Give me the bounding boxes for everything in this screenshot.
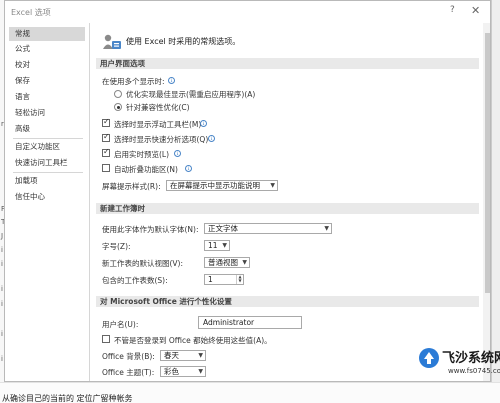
screentip-style-label: 屏幕提示样式(R): — [102, 182, 161, 191]
sheet-count-label: 包含的工作表数(S): — [102, 276, 168, 285]
radio-optimize-display-label: 优化实现最佳显示(需重启应用程序)(A) — [126, 90, 256, 99]
info-icon: i — [208, 135, 215, 142]
username-label: 用户名(U): — [102, 320, 139, 329]
watermark-logo-icon — [419, 348, 439, 368]
sidebar-item-quick-access-toolbar[interactable]: 快速访问工具栏 — [9, 156, 85, 170]
section-header-ui-options: 用户界面选项 — [96, 58, 479, 69]
scrollbar-thumb[interactable] — [485, 33, 490, 293]
screentip-style-value: 在屏幕提示中显示功能说明 — [170, 181, 260, 190]
chevron-down-icon: ▼ — [198, 352, 203, 359]
excel-options-dialog: Excel 选项 ? ✕ 常规 公式 校对 保存 语言 轻松访问 高级 自定义功… — [4, 0, 491, 382]
info-icon: i — [174, 150, 181, 157]
info-icon: i — [168, 77, 175, 84]
radio-compatibility[interactable] — [114, 103, 122, 111]
info-icon: i — [200, 120, 207, 127]
help-button[interactable]: ? — [450, 5, 455, 15]
sidebar-item-customize-ribbon[interactable]: 自定义功能区 — [9, 140, 85, 154]
checkbox-always-use-values-label: 不管是否登录到 Office 都始终使用这些值(A)。 — [114, 336, 272, 345]
font-size-value: 11 — [208, 241, 218, 250]
options-content: 使用 Excel 时采用的常规选项。 用户界面选项 在使用多个显示时: i 优化… — [90, 23, 490, 381]
default-view-select[interactable]: 普通视图 ▼ — [204, 257, 250, 268]
multi-display-label: 在使用多个显示时: — [102, 77, 165, 86]
sidebar-item-advanced[interactable]: 高级 — [9, 122, 85, 136]
options-sidebar: 常规 公式 校对 保存 语言 轻松访问 高级 自定义功能区 快速访问工具栏 加载… — [9, 23, 89, 381]
sidebar-item-accessibility[interactable]: 轻松访问 — [9, 106, 85, 120]
chevron-down-icon: ▼ — [222, 242, 227, 249]
intro-text: 使用 Excel 时采用的常规选项。 — [126, 37, 241, 46]
radio-compatibility-label: 针对兼容性优化(C) — [126, 103, 190, 112]
checkbox-live-preview-label: 启用实时预览(L) — [114, 150, 170, 159]
sidebar-item-save[interactable]: 保存 — [9, 74, 85, 88]
sidebar-item-trust-center[interactable]: 信任中心 — [9, 190, 85, 204]
font-size-select[interactable]: 11 ▼ — [204, 240, 230, 251]
radio-optimize-display[interactable] — [114, 90, 122, 98]
sidebar-divider — [13, 172, 83, 173]
sheet-count-value: 1 — [208, 275, 213, 284]
checkbox-collapse-ribbon[interactable] — [102, 164, 110, 172]
content-scrollbar[interactable] — [483, 23, 490, 381]
office-background-value: 春天 — [164, 351, 179, 360]
section-header-new-workbook: 新建工作簿时 — [96, 203, 479, 214]
default-view-label: 新工作表的默认视图(V): — [102, 259, 184, 268]
sidebar-item-proofing[interactable]: 校对 — [9, 58, 85, 72]
default-font-value: 正文字体 — [208, 224, 238, 233]
checkbox-collapse-ribbon-label: 自动折叠功能区(N) — [114, 165, 178, 174]
sidebar-item-general[interactable]: 常规 — [9, 27, 85, 41]
close-button[interactable]: ✕ — [471, 4, 480, 17]
background-text-fragment: i — [1, 285, 3, 293]
username-input[interactable]: Administrator — [198, 316, 302, 329]
background-text-fragment: i — [1, 355, 3, 363]
sidebar-divider — [13, 138, 83, 139]
checkbox-always-use-values[interactable] — [102, 335, 110, 343]
office-theme-select[interactable]: 彩色 ▼ — [160, 366, 206, 377]
background-document-text: 从确诊目己的当前的 定位广留种帐务 — [2, 394, 133, 403]
info-icon: i — [185, 165, 192, 172]
sheet-count-spinner[interactable]: 1 ▲ ▼ — [204, 274, 244, 285]
font-size-label: 字号(Z): — [102, 242, 131, 251]
dialog-title: Excel 选项 — [11, 8, 51, 17]
chevron-down-icon: ▼ — [270, 182, 275, 189]
office-background-label: Office 背景(B): — [102, 352, 155, 361]
checkbox-mini-toolbar[interactable] — [102, 117, 110, 127]
sidebar-item-formulas[interactable]: 公式 — [9, 42, 85, 56]
office-background-select[interactable]: 春天 ▼ — [160, 350, 206, 361]
chevron-down-icon: ▼ — [198, 368, 203, 375]
background-text-fragment: i — [1, 300, 3, 308]
spinner-arrows-icon[interactable]: ▲ ▼ — [236, 275, 243, 284]
default-font-select[interactable]: 正文字体 ▼ — [204, 223, 332, 234]
checkbox-quick-analysis[interactable] — [102, 132, 110, 142]
office-theme-label: Office 主题(T): — [102, 368, 155, 377]
checkbox-quick-analysis-label: 选择时显示快速分析选项(Q) — [114, 135, 209, 144]
background-text-fragment: i — [1, 246, 3, 254]
watermark-title: 飞沙系统网 — [442, 351, 500, 366]
watermark-url: www.fs0745.com — [448, 367, 500, 375]
chevron-down-icon: ▼ — [324, 225, 329, 232]
sidebar-item-language[interactable]: 语言 — [9, 90, 85, 104]
background-text-fragment: i — [1, 260, 3, 268]
general-settings-icon — [103, 34, 121, 49]
dialog-titlebar[interactable]: Excel 选项 ? ✕ — [5, 1, 490, 23]
office-theme-value: 彩色 — [164, 367, 179, 376]
background-text-fragment: i — [1, 330, 3, 338]
default-view-value: 普通视图 — [208, 258, 238, 267]
background-text-fragment: J — [1, 232, 4, 240]
site-watermark: 飞沙系统网 www.fs0745.com — [418, 345, 500, 379]
chevron-down-icon: ▼ — [242, 259, 247, 266]
screentip-style-select[interactable]: 在屏幕提示中显示功能说明 ▼ — [166, 180, 278, 191]
checkbox-live-preview[interactable] — [102, 147, 110, 157]
background-window-edge-right — [491, 0, 500, 382]
default-font-label: 使用此字体作为默认字体(N): — [102, 225, 199, 234]
sidebar-item-addins[interactable]: 加载项 — [9, 174, 85, 188]
section-header-personalize: 对 Microsoft Office 进行个性化设置 — [96, 296, 479, 307]
checkbox-mini-toolbar-label: 选择时显示浮动工具栏(M) — [114, 120, 202, 129]
